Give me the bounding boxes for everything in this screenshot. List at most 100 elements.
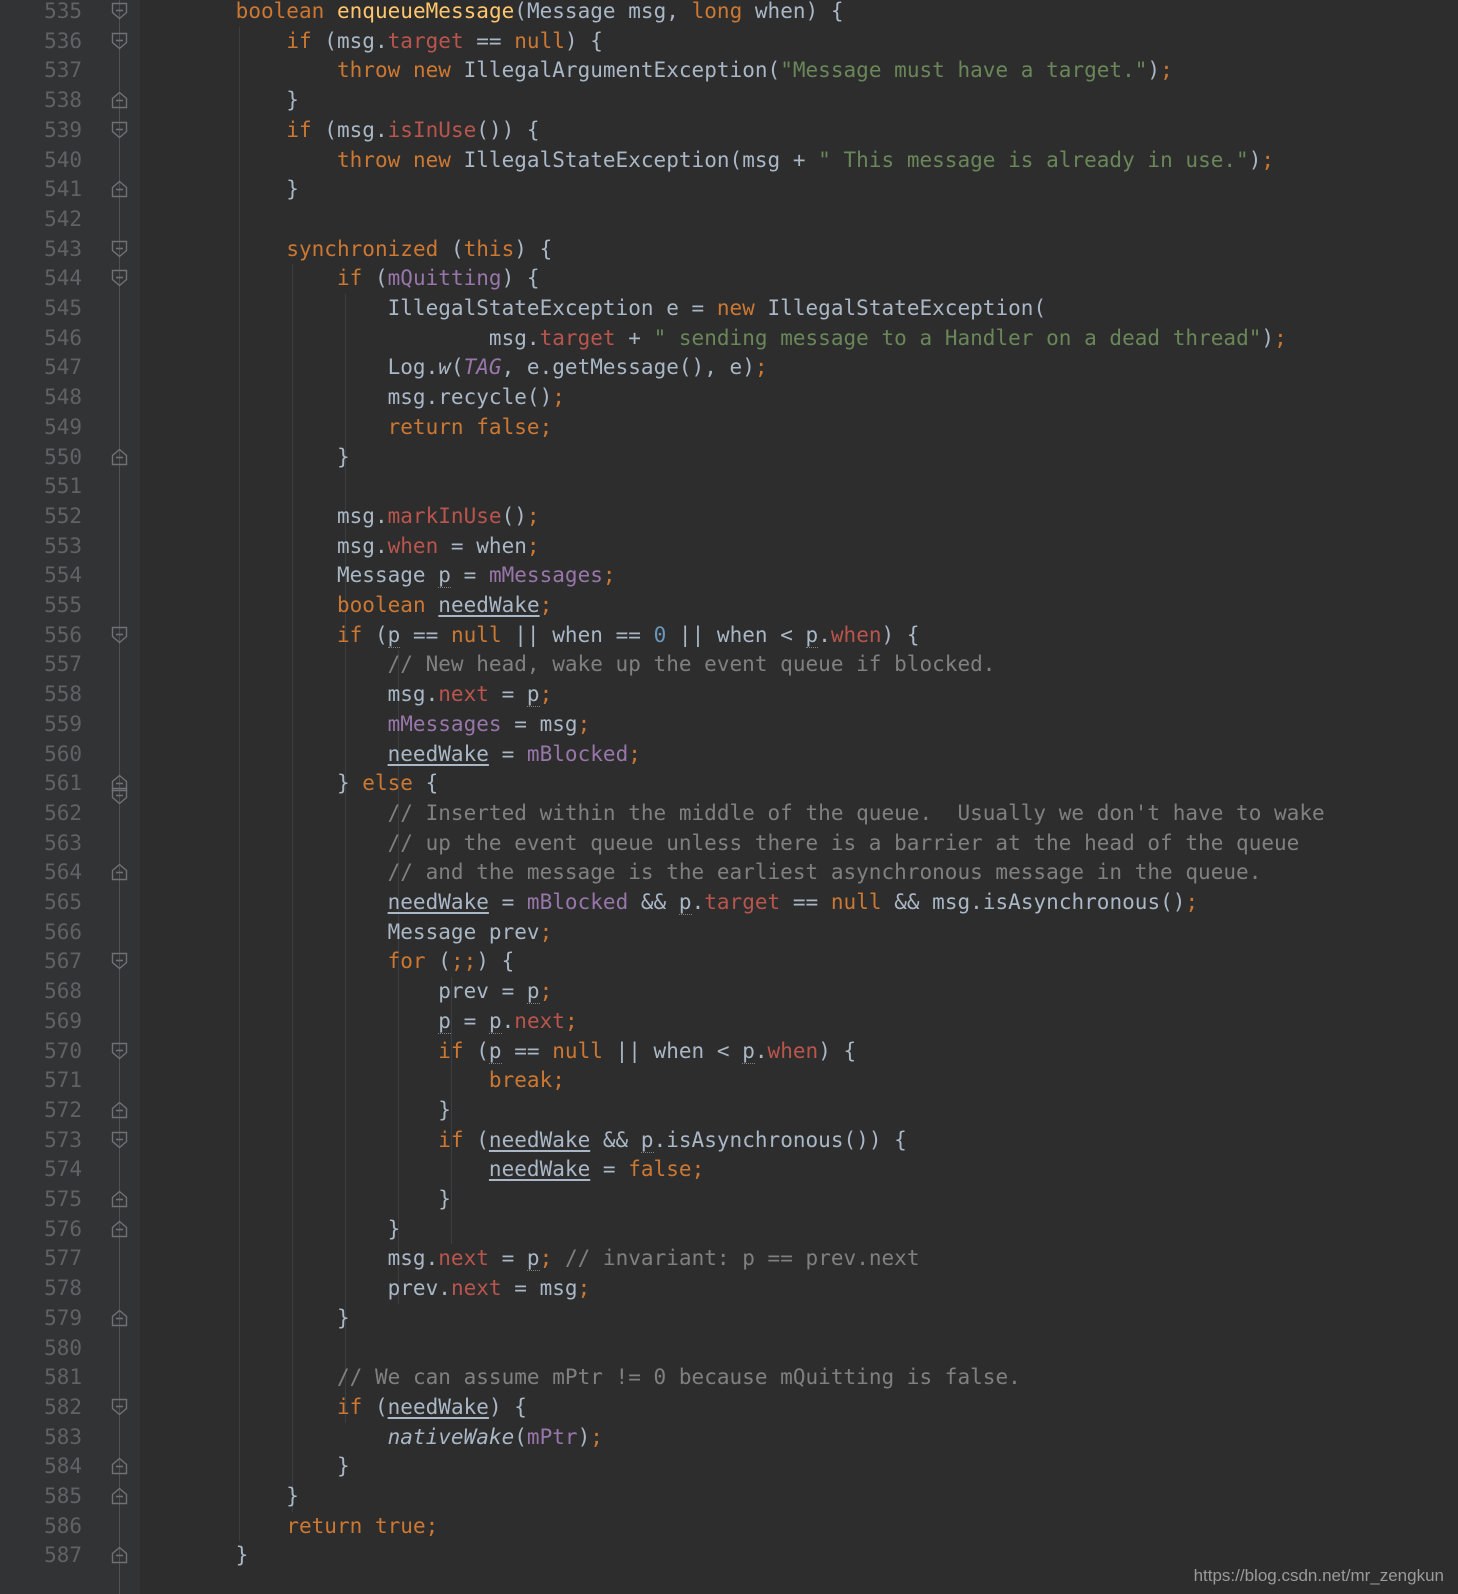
code-line[interactable]: } (185, 1452, 350, 1482)
code-token: prev = (185, 979, 527, 1004)
code-line[interactable]: } (185, 1541, 249, 1571)
code-token: ( (362, 1394, 388, 1419)
code-line[interactable]: if (p == null || when == 0 || when < p.w… (185, 621, 920, 651)
code-line[interactable]: return false; (185, 413, 553, 443)
code-content[interactable]: boolean enqueueMessage(Message msg, long… (0, 0, 1458, 1594)
code-token: == (780, 890, 831, 914)
code-token: , e.getMessage(), e) (501, 355, 755, 380)
code-token: . (754, 1038, 768, 1063)
code-token: msg.recycle() (185, 385, 553, 410)
code-token: boolean (336, 593, 426, 617)
code-token: ; (539, 414, 553, 439)
code-line[interactable]: return true; (185, 1512, 438, 1542)
code-token: markInUse (387, 503, 502, 528)
code-token: null (830, 890, 882, 914)
code-line[interactable]: prev = p; (185, 977, 552, 1007)
code-token: when (387, 533, 439, 558)
code-token: = (488, 741, 527, 766)
code-token: (msg. (311, 28, 388, 53)
code-line[interactable]: boolean needWake; (185, 591, 552, 621)
code-line[interactable]: msg.next = p; // invariant: p == prev.ne… (185, 1244, 920, 1274)
code-line[interactable]: msg.when = when; (185, 532, 540, 562)
code-line[interactable]: if (msg.isInUse()) { (185, 116, 540, 146)
code-line[interactable]: IllegalStateException e = new IllegalSta… (185, 294, 1047, 324)
code-token: ; (526, 533, 540, 558)
code-token: ; (590, 1424, 603, 1449)
code-line[interactable]: if (needWake) { (185, 1393, 527, 1423)
code-line[interactable]: // and the message is the earliest async… (185, 858, 1262, 888)
code-token: ; (526, 503, 540, 528)
code-token: ) { (881, 622, 920, 647)
code-line[interactable]: // Inserted within the middle of the que… (185, 799, 1325, 829)
code-token: } (185, 1305, 350, 1330)
code-token: this (463, 236, 515, 261)
code-line[interactable]: } (185, 175, 299, 205)
code-line[interactable]: Message prev; (185, 918, 553, 948)
code-token: long (691, 0, 743, 23)
code-token: nativeWake (387, 1424, 515, 1449)
code-line[interactable]: needWake = mBlocked; (185, 740, 641, 770)
code-line[interactable]: // New head, wake up the event queue if … (185, 650, 996, 680)
code-line[interactable]: msg.recycle(); (185, 383, 565, 413)
code-line[interactable]: Log.w(TAG, e.getMessage(), e); (185, 353, 768, 383)
code-token: == (501, 1038, 553, 1063)
code-token: || when == (501, 622, 654, 647)
code-line[interactable]: boolean enqueueMessage(Message msg, long… (185, 0, 844, 27)
code-line[interactable]: msg.target + " sending message to a Hand… (185, 324, 1287, 354)
code-token: mBlocked (526, 741, 629, 766)
code-line[interactable]: break; (185, 1066, 565, 1096)
code-line[interactable]: p = p.next; (185, 1007, 578, 1037)
code-line[interactable]: if (p == null || when < p.when) { (185, 1037, 856, 1067)
code-token: (Message msg, (514, 0, 692, 23)
code-token: throw new (336, 58, 451, 83)
code-token: mPtr (526, 1424, 578, 1449)
code-line[interactable]: // We can assume mPtr != 0 because mQuit… (185, 1363, 1021, 1393)
code-line[interactable]: } (185, 1096, 451, 1126)
code-line[interactable]: needWake = mBlocked && p.target == null … (185, 888, 1198, 918)
code-token: } (185, 1187, 451, 1211)
code-line[interactable]: throw new IllegalArgumentException("Mess… (185, 56, 1173, 86)
code-token: boolean (235, 0, 325, 23)
code-token: ; (754, 355, 768, 380)
code-token: ; (628, 741, 641, 766)
code-line[interactable]: if (mQuitting) { (185, 264, 540, 294)
code-token: = (488, 682, 527, 707)
code-line[interactable]: } (185, 86, 299, 116)
code-line[interactable]: for (;;) { (185, 947, 515, 977)
code-token: ; (577, 1276, 591, 1301)
code-token: p (526, 682, 540, 708)
code-line[interactable]: nativeWake(mPtr); (185, 1423, 603, 1453)
code-line[interactable]: if (msg.target == null) { (185, 27, 603, 57)
code-line[interactable]: if (needWake && p.isAsynchronous()) { (185, 1126, 907, 1156)
code-token: throw new (336, 147, 451, 172)
code-token: ) (1248, 147, 1262, 172)
code-line[interactable]: needWake = false; (185, 1155, 704, 1185)
code-line[interactable]: throw new IllegalStateException(msg + " … (185, 146, 1274, 176)
code-token: target (704, 890, 781, 914)
code-line[interactable]: msg.markInUse(); (185, 502, 540, 532)
code-token: { (412, 771, 439, 796)
code-line[interactable]: } else { (185, 769, 438, 799)
code-token: ; (539, 593, 553, 617)
code-line[interactable]: msg.next = p; (185, 680, 552, 710)
code-line[interactable]: prev.next = msg; (185, 1274, 591, 1304)
code-line[interactable]: } (185, 1304, 350, 1334)
code-token: ) (1261, 325, 1275, 350)
code-line[interactable]: } (185, 443, 350, 473)
code-editor[interactable]: 535 536 537 538 539 540 541 542 543 544 545 546 547 5… (0, 0, 1458, 1594)
code-token: ( (362, 266, 388, 291)
code-line[interactable]: } (185, 1215, 401, 1245)
code-line[interactable]: mMessages = msg; (185, 710, 591, 740)
code-line[interactable]: synchronized (this) { (185, 235, 552, 265)
code-line[interactable]: // up the event queue unless there is a … (185, 829, 1300, 859)
code-line[interactable]: } (185, 1185, 451, 1215)
code-line[interactable]: } (185, 1482, 299, 1512)
code-line[interactable]: Message p = mMessages; (185, 561, 616, 591)
